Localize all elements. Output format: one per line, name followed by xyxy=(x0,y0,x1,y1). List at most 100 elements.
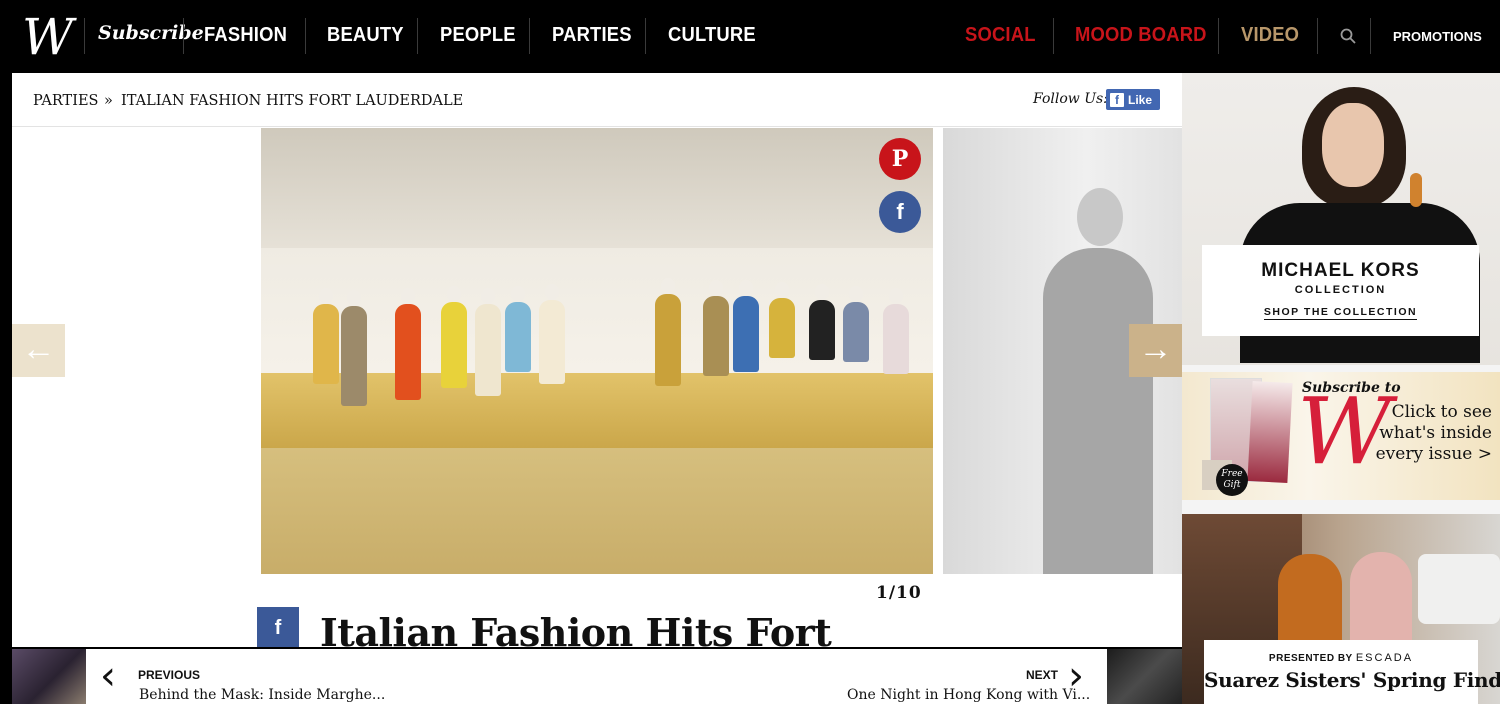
mannequin-head xyxy=(347,290,361,306)
mannequin-head xyxy=(401,288,415,304)
chevron-right-icon[interactable]: › xyxy=(1068,656,1084,696)
previous-slide-arrow-icon[interactable]: ← xyxy=(12,324,65,377)
nav-social[interactable]: SOCIAL xyxy=(965,24,1036,47)
facebook-icon: f xyxy=(1110,92,1124,107)
escada-ad[interactable]: PRESENTED BY ESCADA Suarez Sisters' Spri… xyxy=(1182,514,1500,704)
photo-figure-head xyxy=(1077,188,1123,246)
michael-kors-box: MICHAEL KORS COLLECTION SHOP THE COLLECT… xyxy=(1202,245,1479,336)
mannequin-head xyxy=(511,286,525,302)
escada-title[interactable]: Suarez Sisters' Spring Finds xyxy=(1204,668,1500,692)
previous-label[interactable]: PREVIOUS xyxy=(138,668,200,682)
mannequin-head xyxy=(481,288,495,304)
mannequin-dress xyxy=(395,304,421,400)
mannequin-dress xyxy=(341,306,367,406)
next-label[interactable]: NEXT xyxy=(1026,668,1058,682)
mannequin-dress xyxy=(883,304,909,374)
mannequin-dress xyxy=(733,296,759,372)
magazine-cover xyxy=(1247,381,1293,483)
pinterest-icon: P xyxy=(891,146,909,172)
slide-counter: 1/10 xyxy=(876,583,922,603)
nav-video[interactable]: VIDEO xyxy=(1241,24,1299,47)
mannequin-head xyxy=(889,288,903,304)
pinterest-share-button[interactable]: P xyxy=(879,138,921,180)
mannequin-dress xyxy=(843,302,869,362)
breadcrumb-bar: PARTIES » ITALIAN FASHION HITS FORT LAUD… xyxy=(12,73,1182,127)
ad-model-face xyxy=(1322,103,1384,187)
mannequin-dress xyxy=(655,294,681,386)
sidebar-ads: MICHAEL KORS COLLECTION SHOP THE COLLECT… xyxy=(1182,73,1500,704)
main-content: PARTIES » ITALIAN FASHION HITS FORT LAUD… xyxy=(12,73,1182,647)
w-logo[interactable]: W xyxy=(22,12,73,62)
facebook-share-square-button[interactable]: f xyxy=(257,607,299,647)
chevron-left-icon[interactable]: ‹ xyxy=(100,656,116,696)
breadcrumb-separator: » xyxy=(104,93,113,109)
breadcrumb-parties[interactable]: PARTIES xyxy=(33,93,98,109)
photo-ceiling xyxy=(261,128,933,248)
previous-thumbnail[interactable] xyxy=(12,649,86,704)
shop-collection-link[interactable]: SHOP THE COLLECTION xyxy=(1263,306,1418,320)
nav-people[interactable]: PEOPLE xyxy=(440,24,516,47)
top-navigation: W Subscribe FASHION BEAUTY PEOPLE PARTIE… xyxy=(0,0,1500,73)
facebook-icon: f xyxy=(274,617,282,639)
free-gift-badge: Free Gift xyxy=(1216,464,1248,496)
nav-culture[interactable]: CULTURE xyxy=(668,24,756,47)
facebook-share-button[interactable]: f xyxy=(879,191,921,233)
mannequin-dress xyxy=(539,300,565,384)
mannequin-head xyxy=(849,286,863,302)
mannequin-dress xyxy=(703,296,729,376)
subscribe-link[interactable]: Subscribe xyxy=(98,22,204,44)
mannequin-head xyxy=(319,288,333,304)
pager-box: ‹ PREVIOUS Behind the Mask: Inside Margh… xyxy=(86,649,1107,704)
mannequin-dress xyxy=(505,302,531,372)
nav-divider xyxy=(1218,18,1219,54)
subscribe-to-label: Subscribe to xyxy=(1302,380,1401,396)
breadcrumb-current: ITALIAN FASHION HITS FORT LAUDERDALE xyxy=(121,93,464,109)
mannequin-dress xyxy=(313,304,339,384)
mannequin-head xyxy=(447,286,461,302)
mannequin-dress xyxy=(809,300,835,360)
nav-divider xyxy=(417,18,418,54)
nav-divider xyxy=(529,18,530,54)
nav-divider xyxy=(305,18,306,54)
mannequin-head xyxy=(545,284,559,300)
photo-figure xyxy=(1043,248,1153,574)
nav-promotions[interactable]: PROMOTIONS xyxy=(1393,29,1482,44)
photo-floor xyxy=(261,448,933,574)
mannequin-head xyxy=(661,278,675,294)
facebook-icon: f xyxy=(896,199,904,224)
michael-kors-ad[interactable]: MICHAEL KORS COLLECTION SHOP THE COLLECT… xyxy=(1182,73,1500,365)
subscribe-ad[interactable]: Free Gift W Subscribe to Click to see wh… xyxy=(1182,372,1500,500)
search-icon[interactable] xyxy=(1340,28,1356,44)
previous-title[interactable]: Behind the Mask: Inside Marghe... xyxy=(139,687,385,703)
gallery-photo[interactable] xyxy=(261,128,933,574)
next-slide-arrow-icon[interactable]: → xyxy=(1129,324,1182,377)
mannequin-head xyxy=(775,282,789,298)
ad-model-earring xyxy=(1410,173,1422,207)
next-title[interactable]: One Night in Hong Kong with Vi... xyxy=(847,687,1090,703)
michael-kors-title: MICHAEL KORS xyxy=(1261,260,1420,281)
facebook-like-button[interactable]: f Like xyxy=(1106,89,1160,110)
escada-caption-box: PRESENTED BY ESCADA Suarez Sisters' Spri… xyxy=(1204,640,1500,704)
michael-kors-sub: COLLECTION xyxy=(1294,284,1387,296)
nav-divider xyxy=(183,18,184,54)
subscribe-cta[interactable]: Click to see what's inside every issue > xyxy=(1368,402,1492,465)
mannequin-head xyxy=(815,284,829,300)
presented-by-label: PRESENTED BY ESCADA xyxy=(1268,652,1414,664)
follow-us-label: Follow Us: xyxy=(1033,91,1108,107)
mannequin-head xyxy=(739,280,753,296)
nav-divider xyxy=(1370,18,1371,54)
mannequin-head xyxy=(709,280,723,296)
mannequin-dress xyxy=(769,298,795,358)
like-label: Like xyxy=(1128,92,1153,107)
article-headline: Italian Fashion Hits Fort xyxy=(320,610,832,647)
nav-divider xyxy=(1317,18,1318,54)
next-thumbnail[interactable] xyxy=(1107,649,1182,704)
ad-van xyxy=(1418,554,1500,624)
nav-fashion[interactable]: FASHION xyxy=(204,24,287,47)
mannequin-dress xyxy=(475,304,501,396)
nav-parties[interactable]: PARTIES xyxy=(552,24,632,47)
nav-beauty[interactable]: BEAUTY xyxy=(327,24,404,47)
nav-mood-board[interactable]: MOOD BOARD xyxy=(1075,24,1207,47)
nav-divider xyxy=(84,18,85,54)
nav-divider xyxy=(1053,18,1054,54)
